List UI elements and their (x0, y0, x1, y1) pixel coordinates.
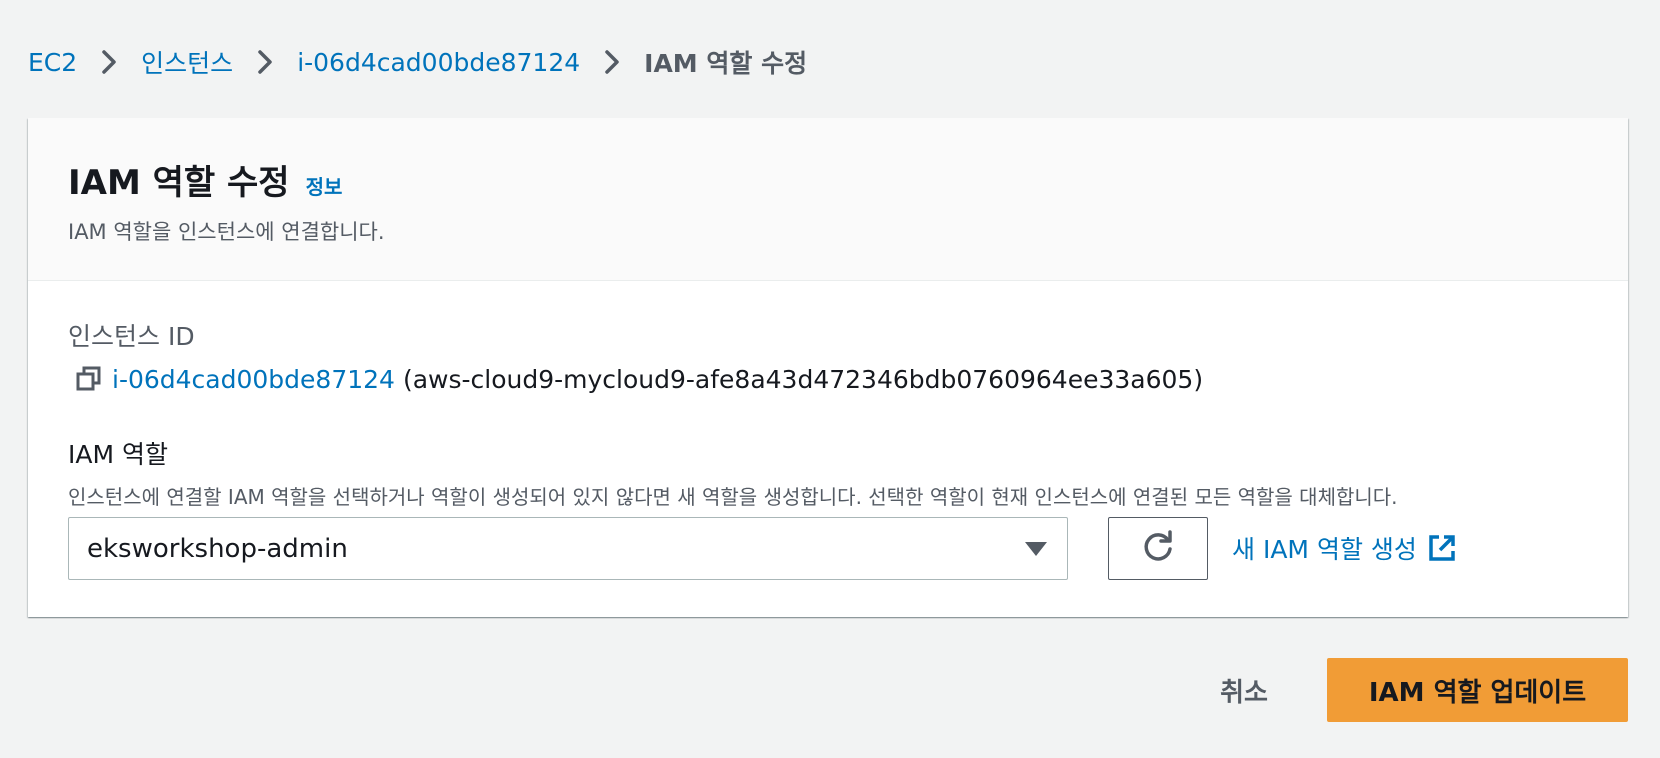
panel-description: IAM 역할을 인스턴스에 연결합니다. (68, 220, 385, 244)
breadcrumb: EC2 인스턴스 i-06d4cad00bde87124 IAM 역할 수정 (28, 38, 807, 86)
instance-id-label: 인스턴스 ID (68, 322, 195, 351)
update-iam-role-button[interactable]: IAM 역할 업데이트 (1327, 658, 1628, 722)
instance-id-row: i-06d4cad00bde87124 (aws-cloud9-mycloud9… (74, 364, 1203, 394)
iam-role-selected-value: eksworkshop-admin (87, 533, 348, 564)
create-iam-role-link[interactable]: 새 IAM 역할 생성 (1232, 530, 1457, 566)
breadcrumb-ec2[interactable]: EC2 (28, 48, 77, 77)
create-iam-role-label: 새 IAM 역할 생성 (1232, 535, 1417, 564)
info-link[interactable]: 정보 (306, 171, 343, 200)
page-title: IAM 역할 수정 (68, 163, 290, 203)
breadcrumb-instances[interactable]: 인스턴스 (141, 44, 233, 80)
chevron-right-icon (99, 49, 119, 75)
instance-id-link[interactable]: i-06d4cad00bde87124 (112, 365, 395, 394)
cancel-button[interactable]: 취소 (1204, 658, 1284, 722)
chevron-right-icon (602, 49, 622, 75)
refresh-icon (1140, 529, 1176, 569)
instance-name: (aws-cloud9-mycloud9-afe8a43d472346bdb07… (402, 364, 1204, 394)
copy-icon[interactable] (74, 364, 104, 394)
external-link-icon (1427, 533, 1457, 563)
chevron-right-icon (255, 49, 275, 75)
iam-role-select[interactable]: eksworkshop-admin (68, 517, 1068, 580)
iam-role-description: 인스턴스에 연결할 IAM 역할을 선택하거나 역할이 생성되어 있지 않다면 … (68, 485, 1398, 509)
breadcrumb-instance-id[interactable]: i-06d4cad00bde87124 (297, 48, 580, 77)
caret-down-icon (1023, 536, 1049, 562)
iam-role-label: IAM 역할 (68, 440, 168, 469)
breadcrumb-current: IAM 역할 수정 (644, 49, 808, 78)
edit-iam-role-panel: IAM 역할 수정 정보 IAM 역할을 인스턴스에 연결합니다. 인스턴스 I… (28, 118, 1628, 617)
refresh-button[interactable] (1108, 517, 1208, 580)
panel-header: IAM 역할 수정 정보 IAM 역할을 인스턴스에 연결합니다. (28, 118, 1628, 281)
